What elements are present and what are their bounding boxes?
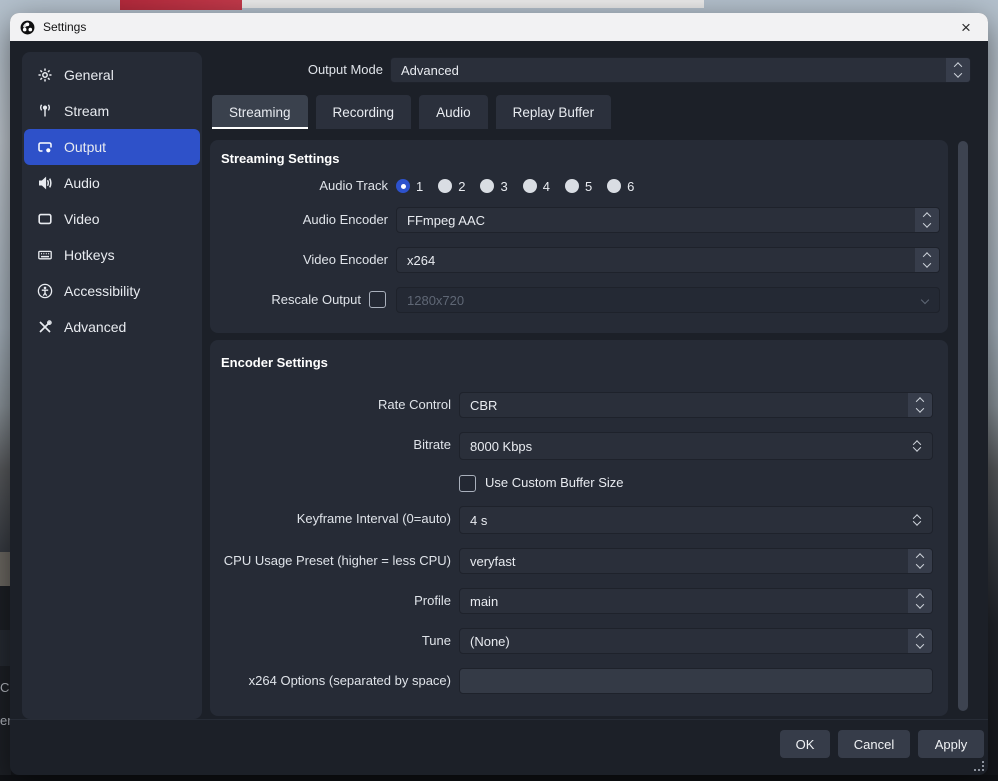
tab-replay-buffer[interactable]: Replay Buffer	[496, 95, 612, 129]
chevron-up-down-icon[interactable]	[908, 629, 932, 653]
audio-track-option-3[interactable]: 3	[480, 179, 507, 194]
tools-icon	[37, 319, 53, 335]
video-encoder-label: Video Encoder	[210, 247, 388, 273]
gear-icon	[37, 67, 53, 83]
profile-label: Profile	[210, 588, 451, 614]
vertical-scrollbar[interactable]	[957, 141, 969, 711]
tune-label: Tune	[210, 628, 451, 654]
sidebar-item-label: Advanced	[64, 319, 126, 335]
keyboard-icon	[37, 247, 53, 263]
custom-buffer-label: Use Custom Buffer Size	[485, 471, 623, 495]
tab-streaming[interactable]: Streaming	[212, 95, 308, 129]
sidebar-item-output[interactable]: Output	[24, 129, 200, 165]
cpu-preset-label: CPU Usage Preset (higher = less CPU)	[210, 548, 451, 574]
sidebar-item-label: Stream	[64, 103, 109, 119]
background-window-light-strip	[242, 0, 704, 8]
custom-buffer-checkbox[interactable]	[459, 475, 476, 492]
sidebar-item-advanced[interactable]: Advanced	[24, 309, 200, 345]
display-icon	[37, 211, 53, 227]
keyframe-interval-label: Keyframe Interval (0=auto)	[210, 506, 451, 532]
x264-options-label: x264 Options (separated by space)	[210, 668, 451, 694]
sidebar-item-general[interactable]: General	[24, 57, 200, 93]
dialog-footer: OK Cancel Apply	[10, 719, 988, 775]
audio-track-radios: 1 2 3 4 5 6	[396, 174, 634, 198]
output-icon	[37, 139, 53, 155]
section-header: Streaming Settings	[221, 151, 339, 166]
tab-audio[interactable]: Audio	[419, 95, 488, 129]
ok-button[interactable]: OK	[780, 730, 830, 758]
audio-encoder-select[interactable]: FFmpeg AAC	[396, 207, 940, 233]
cancel-button[interactable]: Cancel	[838, 730, 910, 758]
radio-button[interactable]	[438, 179, 452, 193]
scrollbar-thumb[interactable]	[958, 141, 968, 711]
audio-track-label: Audio Track	[210, 174, 388, 198]
rescale-resolution-select: 1280x720	[396, 287, 940, 313]
sidebar-item-label: Output	[64, 139, 106, 155]
sidebar-item-label: Video	[64, 211, 100, 227]
section-header: Encoder Settings	[221, 355, 328, 370]
output-mode-select[interactable]: Advanced	[390, 57, 971, 83]
keyframe-interval-spinbox[interactable]: 4 s	[459, 506, 933, 534]
chevron-up-down-icon[interactable]	[946, 58, 970, 82]
background-window-red-strip	[120, 0, 242, 10]
chevron-up-down-icon[interactable]	[915, 248, 939, 272]
accessibility-icon	[37, 283, 53, 299]
audio-track-option-4[interactable]: 4	[523, 179, 550, 194]
sidebar-item-label: General	[64, 67, 114, 83]
broadcast-icon	[37, 103, 53, 119]
rescale-output-label: Rescale Output	[210, 287, 361, 313]
rate-control-select[interactable]: CBR	[459, 392, 933, 418]
sidebar-item-label: Hotkeys	[64, 247, 115, 263]
speaker-icon	[37, 175, 53, 191]
encoder-settings-panel: Encoder Settings Rate Control CBR Bitrat…	[210, 340, 948, 716]
radio-button[interactable]	[607, 179, 621, 193]
rate-control-label: Rate Control	[210, 392, 451, 418]
radio-button[interactable]	[565, 179, 579, 193]
chevron-up-down-icon[interactable]	[908, 549, 932, 573]
bitrate-spinbox[interactable]: 8000 Kbps	[459, 432, 933, 460]
obs-logo-icon	[20, 20, 35, 35]
sidebar-item-hotkeys[interactable]: Hotkeys	[24, 237, 200, 273]
settings-window: Settings × General Stream Output	[10, 13, 988, 775]
resize-grip[interactable]	[975, 762, 984, 771]
output-tab-bar: Streaming Recording Audio Replay Buffer	[212, 95, 611, 129]
titlebar[interactable]: Settings ×	[10, 13, 988, 41]
sidebar-item-stream[interactable]: Stream	[24, 93, 200, 129]
radio-button[interactable]	[480, 179, 494, 193]
audio-track-option-1[interactable]: 1	[396, 179, 423, 194]
background-bottom-strip	[0, 775, 998, 781]
sidebar-item-label: Accessibility	[64, 283, 140, 299]
audio-track-option-5[interactable]: 5	[565, 179, 592, 194]
output-mode-value: Advanced	[401, 58, 459, 82]
chevron-up-down-icon[interactable]	[915, 208, 939, 232]
settings-sidebar: General Stream Output Audio Video	[22, 52, 202, 719]
output-mode-label: Output Mode	[190, 57, 383, 83]
tab-recording[interactable]: Recording	[316, 95, 412, 129]
chevron-up-down-icon[interactable]	[908, 393, 932, 417]
tune-select[interactable]: (None)	[459, 628, 933, 654]
radio-button[interactable]	[523, 179, 537, 193]
profile-select[interactable]: main	[459, 588, 933, 614]
audio-encoder-label: Audio Encoder	[210, 207, 388, 233]
video-encoder-select[interactable]: x264	[396, 247, 940, 273]
chevron-up-down-icon[interactable]	[908, 589, 932, 613]
bitrate-label: Bitrate	[210, 432, 451, 458]
apply-button[interactable]: Apply	[918, 730, 984, 758]
radio-button-selected[interactable]	[396, 179, 410, 193]
cpu-preset-select[interactable]: veryfast	[459, 548, 933, 574]
x264-options-input[interactable]	[459, 668, 933, 694]
audio-track-option-2[interactable]: 2	[438, 179, 465, 194]
sidebar-item-accessibility[interactable]: Accessibility	[24, 273, 200, 309]
sidebar-item-video[interactable]: Video	[24, 201, 200, 237]
window-title: Settings	[43, 20, 86, 34]
audio-track-option-6[interactable]: 6	[607, 179, 634, 194]
sidebar-item-label: Audio	[64, 175, 100, 191]
streaming-settings-panel: Streaming Settings Audio Track 1 2 3 4 5…	[210, 140, 948, 333]
rescale-output-checkbox[interactable]	[369, 291, 386, 308]
chevron-down-icon	[921, 296, 929, 304]
close-button[interactable]: ×	[954, 13, 978, 41]
sidebar-item-audio[interactable]: Audio	[24, 165, 200, 201]
